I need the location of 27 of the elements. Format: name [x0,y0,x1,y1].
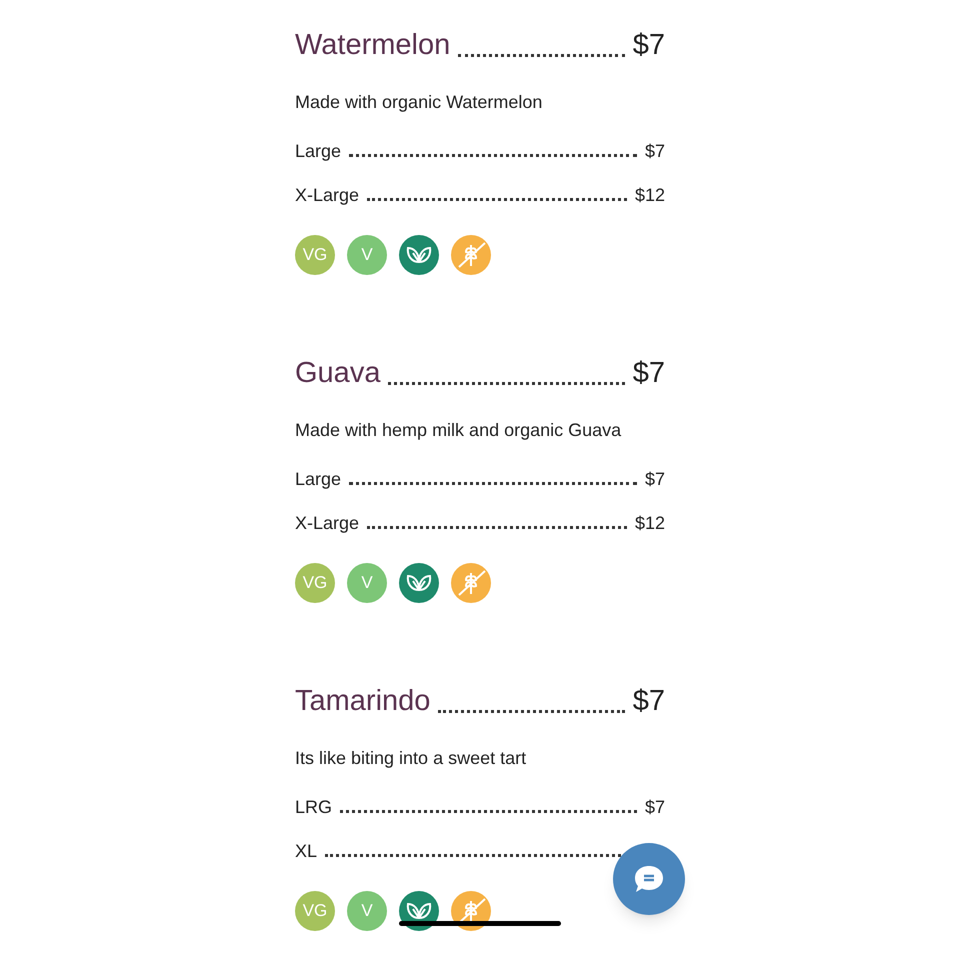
size-price: $7 [644,140,665,163]
diet-badge: V [347,891,387,931]
diet-badge: VG [295,891,335,931]
item-description: Made with organic Watermelon [295,91,544,114]
item-price: $7 [632,684,665,719]
size-label: Large [295,140,342,163]
diet-badge: VG [295,235,335,275]
size-label: Large [295,468,342,491]
size-price: $12 [634,184,665,207]
diet-badge: V [347,235,387,275]
size-label: X-Large [295,512,360,535]
size-price: $12 [634,512,665,535]
item-name: Watermelon [295,28,450,63]
size-price: $7 [644,468,665,491]
size-label: LRG [295,796,332,819]
item-description: Made with hemp milk and organic Guava [295,419,622,442]
diet-badge: VG [295,563,335,603]
item-name: Guava [295,356,380,391]
item-name: Tamarindo [295,684,430,719]
size-label: XL [295,840,318,863]
item-price: $7 [632,356,665,391]
item-price: $7 [632,28,665,63]
size-price: $7 [644,796,665,819]
item-description: Its like biting into a sweet tart [295,747,528,770]
diet-badge: V [347,563,387,603]
size-label: X-Large [295,184,360,207]
chat-icon [633,864,665,894]
